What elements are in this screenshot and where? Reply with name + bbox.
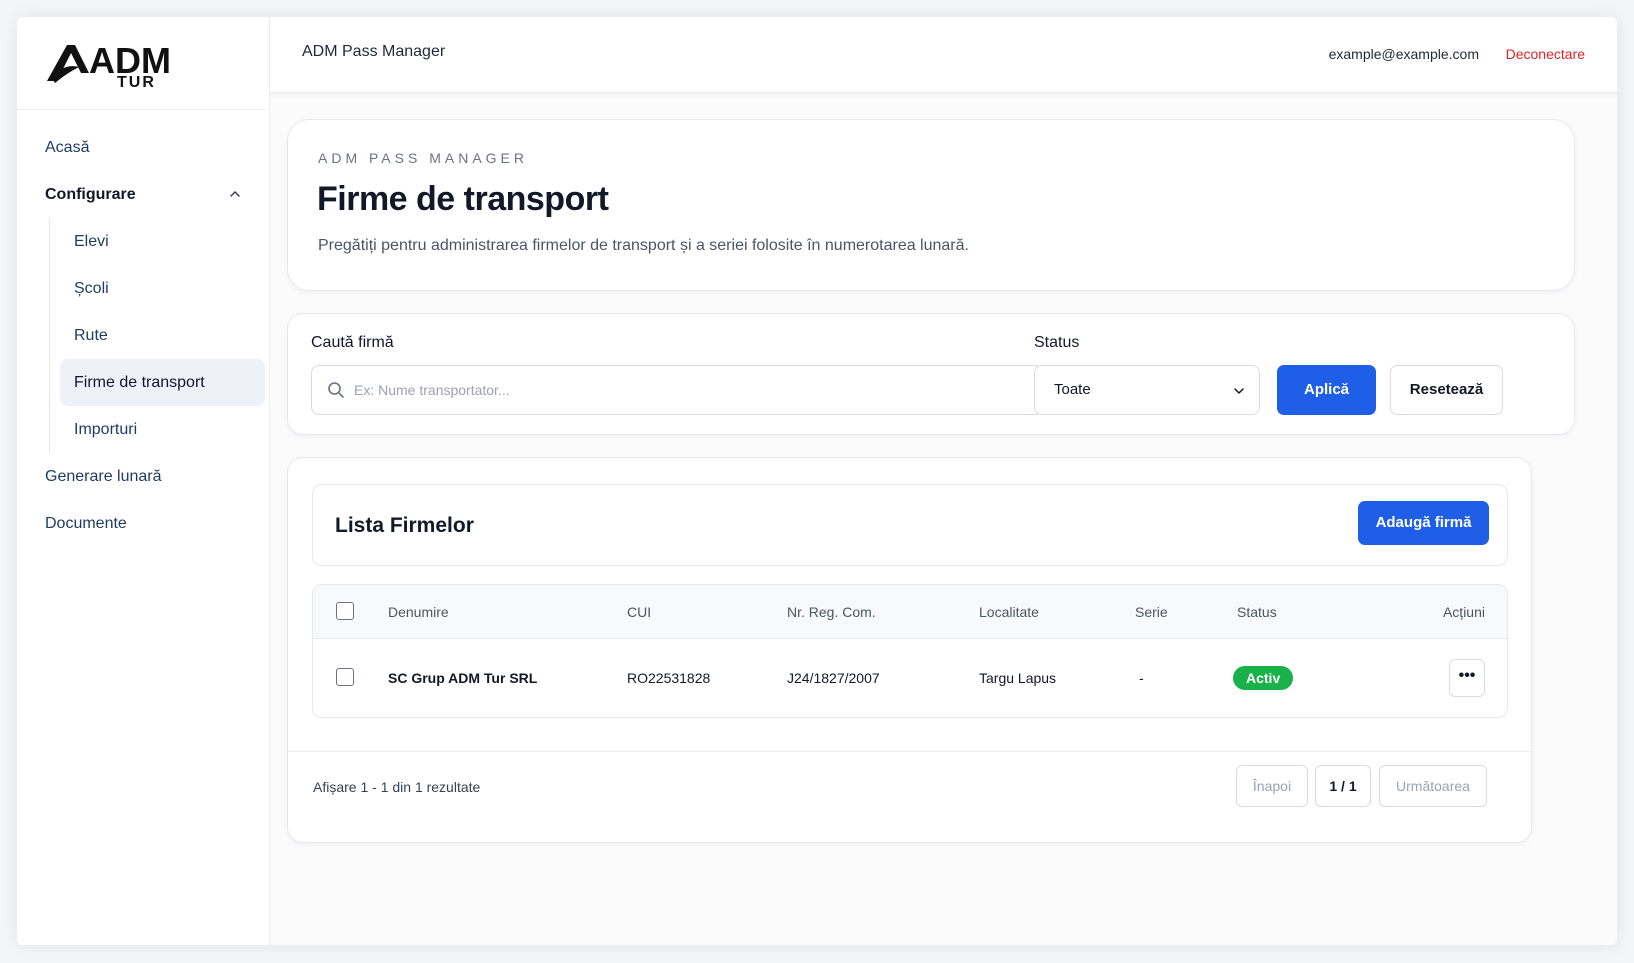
column-header-nr-reg-com[interactable]: Nr. Reg. Com. (787, 604, 876, 620)
logo-area: ADM TUR (17, 17, 269, 110)
page-title: Firme de transport (317, 180, 609, 218)
table-row[interactable]: SC Grup ADM Tur SRL RO22531828 J24/1827/… (313, 639, 1507, 717)
companies-table: Denumire CUI Nr. Reg. Com. Localitate Se… (312, 584, 1508, 718)
column-header-serie[interactable]: Serie (1135, 604, 1168, 620)
page-header-card: ADM PASS MANAGER Firme de transport Preg… (287, 119, 1575, 291)
cell-serie: - (1139, 670, 1144, 686)
sidebar-item-elevi[interactable]: Elevi (60, 218, 265, 265)
more-horizontal-icon: ••• (1458, 667, 1476, 684)
app-window: ADM TUR Acasă Configurare Elevi Școli Ru… (17, 17, 1617, 945)
page-description: Pregătiți pentru administrarea firmelor … (318, 237, 969, 254)
sidebar-item-documente[interactable]: Documente (17, 500, 269, 547)
sidebar-subnav-configurare: Elevi Școli Rute Firme de transport Impo… (49, 218, 269, 453)
cell-cui: RO22531828 (627, 670, 711, 686)
app-title: ADM Pass Manager (302, 43, 446, 60)
chevron-down-icon (1234, 388, 1244, 395)
search-field[interactable] (311, 365, 1043, 415)
adm-tur-logo[interactable]: ADM TUR (45, 37, 171, 89)
column-header-status[interactable]: Status (1237, 604, 1277, 620)
topbar: ADM Pass Manager example@example.com Dec… (270, 17, 1617, 93)
logo-text-sub: TUR (117, 74, 156, 89)
sidebar-item-configurare[interactable]: Configurare (17, 171, 269, 218)
cell-denumire: SC Grup ADM Tur SRL (388, 670, 538, 686)
apply-button[interactable]: Aplică (1277, 365, 1376, 415)
sidebar-item-rute[interactable]: Rute (60, 312, 265, 359)
prev-page-button[interactable]: Înapoi (1236, 765, 1308, 807)
sidebar-item-scoli[interactable]: Școli (60, 265, 265, 312)
list-footer-divider (288, 751, 1531, 752)
add-company-button[interactable]: Adaugă firmă (1358, 501, 1489, 545)
row-checkbox[interactable] (336, 668, 354, 686)
sidebar-item-importuri[interactable]: Importuri (60, 406, 265, 453)
sidebar-item-acasa[interactable]: Acasă (17, 124, 269, 171)
column-header-cui[interactable]: CUI (627, 604, 651, 620)
cell-localitate: Targu Lapus (979, 670, 1057, 686)
companies-list-card: Lista Firmelor Adaugă firmă Denumire CUI… (287, 457, 1532, 843)
cell-nr-reg-com: J24/1827/2007 (787, 670, 880, 686)
status-label: Status (1034, 334, 1080, 351)
next-page-button[interactable]: Următoarea (1379, 765, 1487, 807)
results-summary: Afișare 1 - 1 din 1 rezultate (313, 779, 481, 795)
status-select[interactable]: Toate (1034, 365, 1260, 415)
list-title: Lista Firmelor (335, 514, 474, 537)
chevron-up-icon (230, 190, 240, 197)
status-badge: Activ (1233, 666, 1294, 690)
search-icon (328, 382, 344, 398)
sidebar-nav: Acasă Configurare Elevi Școli Rute Firme… (17, 110, 269, 547)
row-actions-button[interactable]: ••• (1449, 659, 1485, 697)
reset-button[interactable]: Resetează (1390, 365, 1503, 415)
search-input[interactable] (354, 366, 1034, 414)
list-header: Lista Firmelor Adaugă firmă (312, 484, 1508, 566)
sidebar-item-firme-de-transport[interactable]: Firme de transport (60, 359, 265, 406)
table-header: Denumire CUI Nr. Reg. Com. Localitate Se… (313, 585, 1507, 639)
page-indicator: 1 / 1 (1315, 765, 1371, 807)
status-select-value: Toate (1054, 381, 1091, 398)
logout-link[interactable]: Deconectare (1506, 46, 1585, 62)
sidebar-item-generare-lunara[interactable]: Generare lunară (17, 453, 269, 500)
filters-card: Caută firmă Status Toate Aplică Reseteaz… (287, 313, 1575, 435)
search-label: Caută firmă (311, 334, 394, 351)
column-header-denumire[interactable]: Denumire (388, 604, 449, 620)
column-header-localitate[interactable]: Localitate (979, 604, 1039, 620)
user-email: example@example.com (1328, 46, 1479, 62)
page-eyebrow: ADM PASS MANAGER (318, 150, 528, 166)
select-all-checkbox[interactable] (336, 602, 354, 620)
column-header-actiuni: Acțiuni (1442, 604, 1485, 620)
sidebar-item-label: Configurare (45, 186, 136, 203)
sidebar: ADM TUR Acasă Configurare Elevi Școli Ru… (17, 17, 270, 945)
